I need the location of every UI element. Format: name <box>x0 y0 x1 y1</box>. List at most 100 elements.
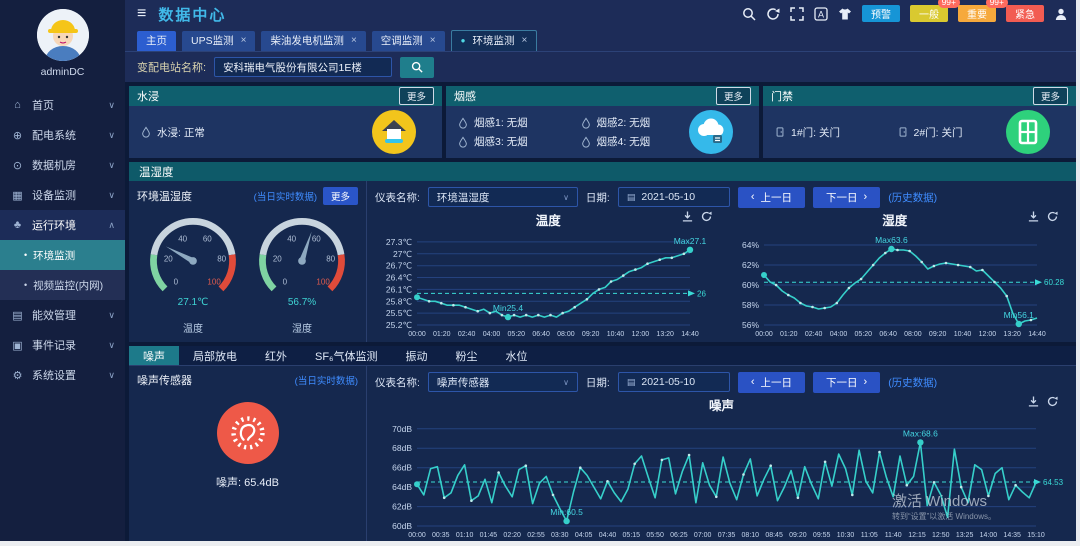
refresh-icon[interactable] <box>1047 396 1058 407</box>
close-icon[interactable]: × <box>430 35 436 46</box>
topbar: ≡ 数据中心 A 预警 一般99+ 重要99+ 紧急 <box>125 0 1080 28</box>
alarm-button-urgent[interactable]: 紧急 <box>1006 5 1044 22</box>
svg-text:09:20: 09:20 <box>582 331 600 338</box>
chevron-down-icon: ∨ <box>108 100 115 111</box>
prev-day-button[interactable]: ‹上一日 <box>738 187 805 208</box>
search-icon[interactable] <box>742 7 756 21</box>
scrollbar[interactable] <box>1076 0 1080 546</box>
fullscreen-icon[interactable] <box>790 7 804 21</box>
tab-vibration[interactable]: 振动 <box>392 346 442 365</box>
power-system-icon: ⊕ <box>10 129 25 142</box>
close-icon[interactable]: × <box>351 35 357 46</box>
date-input[interactable]: ▤2021-05-10 <box>618 187 730 207</box>
svg-text:06:25: 06:25 <box>670 532 688 539</box>
sidebar-item-power-system[interactable]: ⊕配电系统∨ <box>0 120 125 150</box>
tab-environment-monitor[interactable]: ●环境监测× <box>451 30 538 51</box>
more-button[interactable]: 更多 <box>399 87 434 105</box>
history-data-link[interactable]: (历史数据) <box>888 190 937 205</box>
sidebar-item-environment[interactable]: ♣运行环境∧ <box>0 210 125 240</box>
sidebar-item-event-log[interactable]: ▣事件记录∨ <box>0 330 125 360</box>
svg-text:12:50: 12:50 <box>932 532 950 539</box>
temperature-gauge: 0 20 40 60 80 100 27.1℃ 温度 <box>139 205 247 337</box>
section-temp-humidity: 温湿度 环境温湿度 (当日实时数据) 更多 <box>129 162 1076 342</box>
droplet-icon <box>458 117 468 129</box>
flood-icon <box>372 110 416 154</box>
noise-sensor-icon <box>217 402 279 464</box>
svg-text:Min56.1: Min56.1 <box>1003 310 1034 320</box>
sidebar-item-device-monitor[interactable]: ▦设备监测∨ <box>0 180 125 210</box>
tab-home[interactable]: 主页 <box>137 31 176 51</box>
tab-partial-discharge[interactable]: 局部放电 <box>179 346 251 365</box>
chevron-left-icon: ‹ <box>751 191 755 203</box>
theme-shirt-icon[interactable] <box>838 7 852 21</box>
history-data-link[interactable]: (历史数据) <box>888 375 937 390</box>
environment-icon: ♣ <box>10 219 25 231</box>
active-dot-icon: ● <box>461 36 466 45</box>
station-label: 变配电站名称: <box>137 59 206 75</box>
more-button[interactable]: 更多 <box>716 87 751 105</box>
prev-day-button[interactable]: ‹上一日 <box>738 372 805 393</box>
download-icon[interactable] <box>1028 211 1039 222</box>
svg-text:02:20: 02:20 <box>503 532 521 539</box>
tab-ups-monitor[interactable]: UPS监测× <box>182 31 255 51</box>
chevron-down-icon: ∨ <box>108 340 115 351</box>
refresh-icon[interactable] <box>1047 211 1058 222</box>
chevron-down-icon: ∨ <box>563 193 569 202</box>
topbar-actions: A 预警 一般99+ 重要99+ 紧急 <box>742 5 1068 23</box>
svg-text:68dB: 68dB <box>392 443 412 453</box>
sidebar-item-settings[interactable]: ⚙系统设置∨ <box>0 360 125 390</box>
user-icon[interactable] <box>1054 7 1068 21</box>
noise-chart: 60dB62dB64dB66dB68dB70dB00:0000:3501:100… <box>375 411 1068 539</box>
meter-select[interactable]: 噪声传感器∨ <box>428 372 578 392</box>
sidebar-item-data-room[interactable]: ⊙数据机房∨ <box>0 150 125 180</box>
chart-title: 温度 <box>375 210 722 226</box>
tab-dust[interactable]: 粉尘 <box>442 346 492 365</box>
next-day-button[interactable]: 下一日› <box>813 187 880 208</box>
meter-label: 仪表名称: <box>375 375 420 390</box>
panel-title: 环境温湿度 <box>137 188 192 204</box>
door-status-1: 1#门: 关门 <box>775 125 884 140</box>
more-button[interactable]: 更多 <box>1033 87 1068 105</box>
sidebar-item-environment-monitor[interactable]: •环境监测 <box>0 240 125 270</box>
date-input[interactable]: ▤2021-05-10 <box>618 372 730 392</box>
svg-text:25.5℃: 25.5℃ <box>386 308 413 318</box>
droplet-icon <box>458 136 468 148</box>
station-input[interactable] <box>214 57 392 77</box>
tab-noise[interactable]: 噪声 <box>129 346 179 365</box>
svg-text:01:45: 01:45 <box>480 532 498 539</box>
translate-icon[interactable]: A <box>814 7 828 21</box>
more-button[interactable]: 更多 <box>323 187 358 205</box>
date-label: 日期: <box>586 375 610 390</box>
chevron-down-icon: ∨ <box>108 160 115 171</box>
chevron-up-icon: ∧ <box>108 220 115 231</box>
download-icon[interactable] <box>1028 396 1039 407</box>
download-icon[interactable] <box>682 211 693 222</box>
temperature-chart: 25.2℃25.5℃25.8℃26.1℃26.4℃26.7℃27℃27.3℃00… <box>375 226 722 338</box>
dashboard-content: 水浸更多 水浸: 正常 烟感更多 <box>125 82 1080 546</box>
search-icon <box>411 61 423 73</box>
meter-select[interactable]: 环境温湿度∨ <box>428 187 578 207</box>
refresh-icon[interactable] <box>701 211 712 222</box>
sidebar-item-video-monitor[interactable]: •视频监控(内网) <box>0 270 125 300</box>
tab-sf6-gas[interactable]: SF₆气体监测 <box>301 346 392 365</box>
next-day-button[interactable]: 下一日› <box>813 372 880 393</box>
alarm-button-warning[interactable]: 预警 <box>862 5 900 22</box>
search-button[interactable] <box>400 57 434 78</box>
realtime-label: (当日实时数据) <box>254 189 317 203</box>
refresh-icon[interactable] <box>766 7 780 21</box>
svg-text:09:55: 09:55 <box>813 532 831 539</box>
svg-text:60.28: 60.28 <box>1044 278 1065 287</box>
tab-infrared[interactable]: 红外 <box>251 346 301 365</box>
menu-icon[interactable]: ≡ <box>137 5 146 23</box>
close-icon[interactable]: × <box>521 35 527 46</box>
tab-water-level[interactable]: 水位 <box>492 346 542 365</box>
close-icon[interactable]: × <box>241 35 247 46</box>
page-title: 数据中心 <box>158 4 226 25</box>
card-water-leak: 水浸更多 水浸: 正常 <box>129 86 442 158</box>
sidebar-item-energy[interactable]: ▤能效管理∨ <box>0 300 125 330</box>
svg-text:26: 26 <box>697 289 706 298</box>
tab-hvac-monitor[interactable]: 空调监测× <box>372 31 445 51</box>
sidebar-item-home[interactable]: ⌂首页∨ <box>0 90 125 120</box>
tab-diesel-generator-monitor[interactable]: 柴油发电机监测× <box>261 31 365 51</box>
avatar[interactable] <box>37 9 89 61</box>
